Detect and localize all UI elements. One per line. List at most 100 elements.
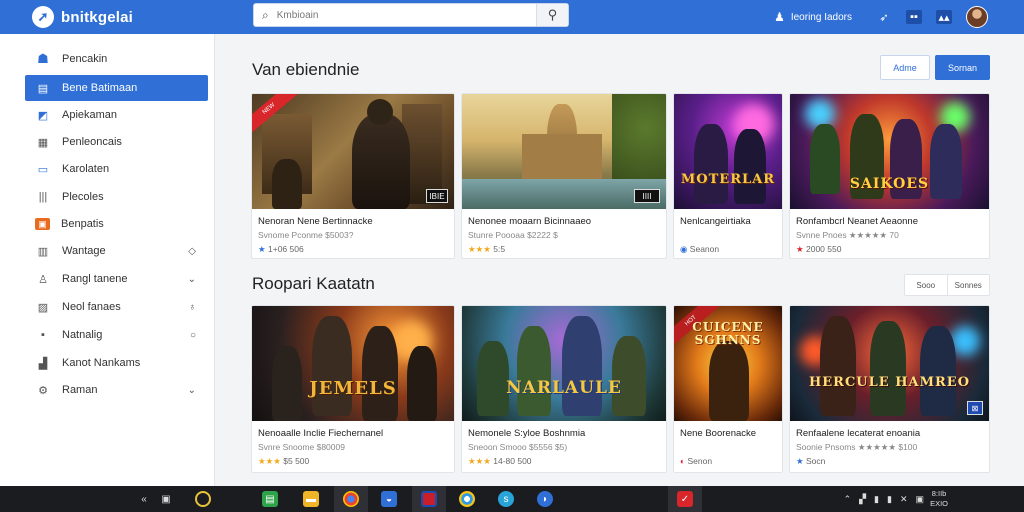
game-card[interactable]: NARLAULE Nemonele S:yloe Boshnmia Sneoon… xyxy=(461,305,667,473)
browser-icon[interactable] xyxy=(343,491,359,507)
app-icon: ◩ xyxy=(37,109,49,122)
card-title: Nenoran Nene Bertinnacke xyxy=(258,216,373,227)
sidebar-item[interactable]: ▦ Penleoncais xyxy=(25,129,208,155)
card-rating: ★ 1+06 506 xyxy=(258,244,304,255)
notification-icon[interactable]: ▣ xyxy=(915,494,924,505)
square-dot-icon: ▪ xyxy=(41,329,45,341)
card-meta: Sneoon Smooo $5556 $5) xyxy=(468,442,568,452)
person-outline-icon: ♙ xyxy=(38,273,48,286)
wifi-icon[interactable]: ✕ xyxy=(900,494,908,505)
card-title: Ronfambcrl Neanet Aeaonne xyxy=(796,216,918,227)
sidebar-item[interactable]: ▤ Bene Batimaan xyxy=(25,75,208,101)
game-thumbnail: HERCULE HAMREO ⊠ xyxy=(790,306,989,421)
gear-icon: ⚙ xyxy=(38,384,48,397)
task-view-icon[interactable]: ▣ xyxy=(158,491,174,507)
sidebar-item[interactable]: ▣ Benpatis xyxy=(25,211,208,237)
app-icon[interactable]: ◒ xyxy=(381,491,397,507)
notification-icon[interactable]: ➶ xyxy=(876,10,892,24)
star-icon: ★★★ xyxy=(468,244,491,254)
sidebar-item[interactable]: ▭ Karolaten xyxy=(25,156,208,182)
sidebar-item-label: Natnalig xyxy=(62,329,103,341)
star-icon: ★★★ xyxy=(258,456,281,466)
user-icon[interactable]: ♟ xyxy=(774,10,785,24)
sidebar-item[interactable]: ☗ Pencakin xyxy=(25,46,208,72)
game-card[interactable]: NEW IBIE Nenoran Nene Bertinnacke Svnome… xyxy=(251,93,455,259)
network-icon[interactable]: ▞ xyxy=(859,494,866,505)
add-button[interactable]: Adme xyxy=(880,55,930,80)
folder-icon[interactable]: ▬ xyxy=(303,491,319,507)
calendar-icon: ▤ xyxy=(37,82,49,95)
app-icon[interactable]: ▤ xyxy=(262,491,278,507)
sidebar-item[interactable]: ▪ Natnalig ○ xyxy=(25,322,208,348)
sidebar-item[interactable]: ♙ Rangl tanene ⌄ xyxy=(25,266,208,292)
columns-icon: ||| xyxy=(38,191,48,203)
search-bar[interactable]: ⌕ Kmbioain ⚲ xyxy=(253,3,569,27)
sidebar-item[interactable]: ▟ Kanot Nankams xyxy=(25,350,208,376)
messages-icon[interactable]: ▪▪ xyxy=(906,10,922,24)
game-card[interactable]: SAIKOES Ronfambcrl Neanet Aeaonne Svnne … xyxy=(789,93,990,259)
person-icon: ☗ xyxy=(37,51,49,66)
card-title: Nemonele S:yloe Boshnmia xyxy=(468,428,586,439)
chrome-icon[interactable] xyxy=(459,491,475,507)
volume-icon[interactable]: ▮ xyxy=(887,494,892,505)
image-icon: ▨ xyxy=(37,301,49,314)
segment-option[interactable]: Sonnes xyxy=(946,275,990,295)
sidebar: ☗ Pencakin ▤ Bene Batimaan ◩ Apiekaman ▦ Penleo… xyxy=(0,34,215,486)
sidebar-item[interactable]: ▨ Neol fanaes ♁ xyxy=(25,294,208,320)
expand-icon[interactable]: ⌄ xyxy=(188,385,196,396)
user-label[interactable]: Ieoring Iadors xyxy=(791,12,852,23)
sidebar-item[interactable]: ||| Plecoles xyxy=(25,184,208,210)
top-header: ➚ bnitkgelai ⌕ Kmbioain ⚲ ♟ Ieoring Iado… xyxy=(0,0,1024,34)
segment-option[interactable]: Sooo xyxy=(905,275,947,295)
calendar-icon: ▥ xyxy=(37,245,49,258)
sidebar-item[interactable]: ▥ Wantage ◇ xyxy=(25,238,208,264)
game-thumbnail: SAIKOES xyxy=(790,94,989,209)
battery-icon[interactable]: ▮ xyxy=(874,494,879,505)
card-meta: Soonie Pnsoms ★★★★★ $100 xyxy=(796,442,918,452)
rating-value: Seanon xyxy=(689,244,720,254)
sidebar-item-label: Raman xyxy=(62,384,98,396)
taskbar: « ▣ ▤ ▬ ◒ s ◗ ✓ ⌃ ▞ ▮ ▮ ✕ ▣ 8:IIb EXIO xyxy=(0,486,1024,512)
card-rating: ★★★ $5 500 xyxy=(258,456,309,467)
card-title: Nenlcangeirtiaka xyxy=(680,216,751,227)
expand-icon[interactable]: ○ xyxy=(190,330,196,341)
avatar[interactable] xyxy=(966,6,988,28)
start-icon[interactable] xyxy=(195,491,211,507)
view-toggle[interactable]: Sooo Sonnes xyxy=(904,274,990,296)
sidebar-item[interactable]: ◩ Apiekaman xyxy=(25,102,208,128)
game-app-icon[interactable]: ✓ xyxy=(677,491,693,507)
search-button[interactable]: ⚲ xyxy=(536,4,568,26)
expand-icon[interactable]: ◇ xyxy=(188,246,196,257)
game-card[interactable]: HOT CUICENE SGHNNS Nene Boorenacke ◐ Sen… xyxy=(673,305,783,473)
card-meta: Stunre Poooaa $2222 $ xyxy=(468,230,558,240)
expand-icon[interactable]: ♁ xyxy=(189,302,197,313)
sidebar-item-label: Bene Batimaan xyxy=(62,82,138,94)
game-logo-text: SAIKOES xyxy=(849,176,930,192)
skype-icon[interactable]: s xyxy=(498,491,514,507)
clock[interactable]: 8:IIb EXIO xyxy=(930,489,948,509)
sidebar-item-label: Penleoncais xyxy=(62,136,122,148)
rating-value: 1+06 506 xyxy=(268,244,304,254)
game-card[interactable]: MOTERLAR Nenlcangeirtiaka ◉ Seanon xyxy=(673,93,783,259)
sidebar-item-label: Rangl tanene xyxy=(62,273,128,285)
game-card[interactable]: HERCULE HAMREO ⊠ Renfaalene lecaterat en… xyxy=(789,305,990,473)
sidebar-item[interactable]: ⚙ Raman ⌄ xyxy=(25,377,208,403)
app-logo[interactable]: ➚ bnitkgelai xyxy=(32,6,133,28)
back-icon[interactable]: « xyxy=(136,491,152,507)
card-title: Renfaalene lecaterat enoania xyxy=(796,428,921,439)
card-meta: Svnre Snoome $80009 xyxy=(258,442,345,452)
bag-icon[interactable]: ▴▴ xyxy=(936,10,952,24)
card-meta: Svnome Pconme $5003? xyxy=(258,230,354,240)
game-card[interactable]: IIII Nenonee moaarn Bicinnaaeo Stunre Po… xyxy=(461,93,667,259)
sidebar-item-label: Apiekaman xyxy=(62,109,118,121)
game-card[interactable]: JEMELS Nenoaalle Inclie Fiechernanel Svn… xyxy=(251,305,455,473)
app-icon[interactable]: ◗ xyxy=(537,491,553,507)
chevron-up-icon[interactable]: ⌃ xyxy=(844,494,852,505)
search-input[interactable]: Kmbioain xyxy=(277,10,536,21)
expand-icon[interactable]: ⌄ xyxy=(188,274,196,285)
rating-value: Socn xyxy=(806,456,826,466)
media-icon[interactable] xyxy=(421,491,437,507)
card-rating: ★ 2000 550 xyxy=(796,244,841,255)
primary-button[interactable]: Sornan xyxy=(935,55,990,80)
game-thumbnail: MOTERLAR xyxy=(674,94,782,209)
